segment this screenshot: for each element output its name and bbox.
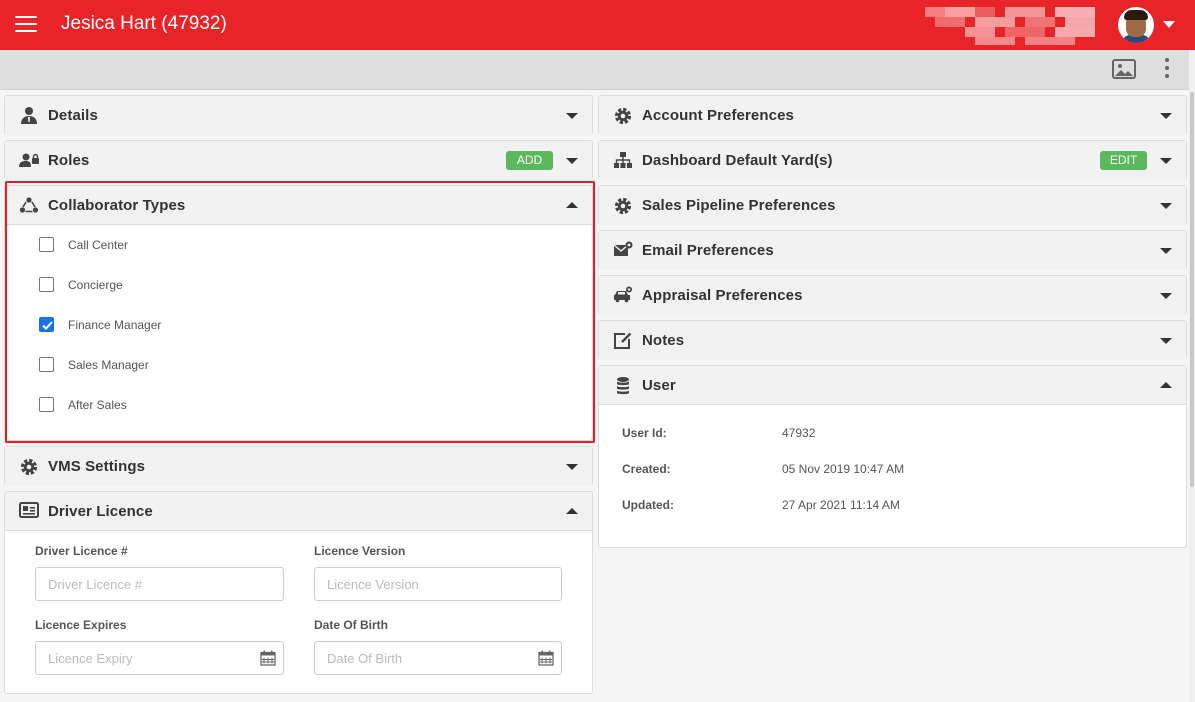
panel-title: Collaborator Types [48, 197, 186, 214]
chevron-down-icon[interactable] [1160, 293, 1172, 299]
chevron-down-icon[interactable] [1160, 248, 1172, 254]
dashboard-yards-panel: Dashboard Default Yard(s) EDIT [598, 140, 1187, 180]
more-vertical-icon[interactable] [1162, 58, 1172, 82]
chevron-down-icon[interactable] [1160, 203, 1172, 209]
scrollbar-thumb[interactable] [1190, 92, 1194, 487]
user-panel-header[interactable]: User [599, 366, 1186, 405]
car-gear-icon [613, 286, 633, 304]
notes-panel-header[interactable]: Notes [599, 321, 1186, 360]
details-panel: Details [4, 95, 593, 135]
checkbox-label: Sales Manager [68, 358, 149, 372]
licence-expiry-input[interactable] [35, 641, 284, 675]
checkbox[interactable] [39, 277, 54, 292]
id-card-icon [19, 502, 39, 520]
chevron-down-icon[interactable] [1160, 158, 1172, 164]
licence-expires-label: Licence Expires [35, 618, 127, 632]
checkbox[interactable] [39, 397, 54, 412]
user-tie-icon [19, 106, 39, 124]
gear-icon [613, 106, 633, 125]
gear-icon [613, 196, 633, 215]
add-role-button[interactable]: ADD [506, 151, 553, 170]
sitemap-icon [613, 151, 633, 169]
panel-title: Appraisal Preferences [642, 287, 803, 304]
sales-pipeline-panel: Sales Pipeline Preferences [598, 185, 1187, 225]
user-id-label: User Id: [622, 426, 667, 440]
edit-yards-button[interactable]: EDIT [1100, 151, 1147, 170]
details-panel-header[interactable]: Details [5, 96, 592, 135]
appraisal-preferences-panel: Appraisal Preferences [598, 275, 1187, 315]
chevron-up-icon[interactable] [566, 508, 578, 514]
email-preferences-panel: Email Preferences [598, 230, 1187, 270]
toolbar [0, 50, 1190, 90]
checkbox-label: Concierge [68, 278, 123, 292]
licence-version-label: Licence Version [314, 544, 406, 558]
vms-settings-panel: VMS Settings [4, 446, 593, 486]
date-of-birth-label: Date Of Birth [314, 618, 389, 632]
user-panel: User User Id: 47932 Created: 05 Nov 2019… [598, 365, 1187, 548]
calendar-icon[interactable] [260, 650, 276, 666]
updated-value: 27 Apr 2021 11:14 AM [782, 498, 900, 512]
panel-title: Email Preferences [642, 242, 774, 259]
checkbox-label: Call Center [68, 238, 129, 252]
panel-title: VMS Settings [48, 458, 146, 475]
chevron-down-icon[interactable] [1160, 113, 1172, 119]
page-title: Jesica Hart (47932) [61, 13, 227, 34]
created-value: 05 Nov 2019 10:47 AM [782, 462, 905, 476]
checkbox[interactable] [39, 237, 54, 252]
sales-pipeline-panel-header[interactable]: Sales Pipeline Preferences [599, 186, 1186, 225]
licence-number-label: Driver Licence # [35, 544, 128, 558]
top-app-bar: Jesica Hart (47932) [0, 0, 1195, 50]
gear-icon [19, 457, 39, 476]
dashboard-yards-panel-header[interactable]: Dashboard Default Yard(s) EDIT [599, 141, 1186, 180]
checkmark-icon [42, 321, 53, 330]
checkbox[interactable] [39, 357, 54, 372]
vms-settings-panel-header[interactable]: VMS Settings [5, 447, 592, 486]
checkbox-checked[interactable] [39, 317, 54, 332]
notes-panel: Notes [598, 320, 1187, 360]
panel-title: Driver Licence [48, 503, 153, 520]
user-avatar[interactable] [1118, 7, 1154, 43]
user-id-value: 47932 [782, 426, 816, 440]
roles-panel: Roles ADD [4, 140, 593, 180]
redacted-info [925, 7, 1095, 47]
updated-label: Updated: [622, 498, 674, 512]
email-preferences-panel-header[interactable]: Email Preferences [599, 231, 1186, 270]
checkbox-label: After Sales [68, 398, 127, 412]
chevron-down-icon[interactable] [566, 464, 578, 470]
collaborator-icon [19, 196, 39, 214]
date-of-birth-input[interactable] [314, 641, 562, 675]
collaborator-types-panel-header[interactable]: Collaborator Types [5, 186, 592, 225]
panel-title: User [642, 377, 676, 394]
chevron-up-icon[interactable] [566, 202, 578, 208]
chevron-down-icon[interactable] [1163, 21, 1175, 28]
hamburger-menu-icon[interactable] [15, 16, 37, 34]
account-preferences-panel-header[interactable]: Account Preferences [599, 96, 1186, 135]
image-icon[interactable] [1112, 59, 1136, 79]
created-label: Created: [622, 462, 671, 476]
checkbox-label: Finance Manager [68, 318, 162, 332]
collaborator-types-panel: Collaborator Types Call Center Concierge… [4, 185, 593, 441]
database-icon [613, 376, 633, 395]
panel-title: Account Preferences [642, 107, 794, 124]
licence-version-input[interactable] [314, 567, 562, 601]
panel-title: Roles [48, 152, 90, 169]
edit-note-icon [613, 331, 633, 349]
envelope-gear-icon [613, 241, 633, 259]
licence-number-input[interactable] [35, 567, 284, 601]
panel-title: Details [48, 107, 98, 124]
chevron-down-icon[interactable] [1160, 338, 1172, 344]
panel-title: Notes [642, 332, 685, 349]
account-preferences-panel: Account Preferences [598, 95, 1187, 135]
calendar-icon[interactable] [538, 650, 554, 666]
panel-title: Dashboard Default Yard(s) [642, 152, 833, 169]
chevron-down-icon[interactable] [566, 158, 578, 164]
user-lock-icon [19, 151, 39, 169]
panel-title: Sales Pipeline Preferences [642, 197, 836, 214]
driver-licence-panel: Driver Licence Driver Licence # Licence … [4, 491, 593, 694]
chevron-down-icon[interactable] [566, 113, 578, 119]
driver-licence-panel-header[interactable]: Driver Licence [5, 492, 592, 531]
appraisal-preferences-panel-header[interactable]: Appraisal Preferences [599, 276, 1186, 315]
chevron-up-icon[interactable] [1160, 382, 1172, 388]
roles-panel-header[interactable]: Roles ADD [5, 141, 592, 180]
